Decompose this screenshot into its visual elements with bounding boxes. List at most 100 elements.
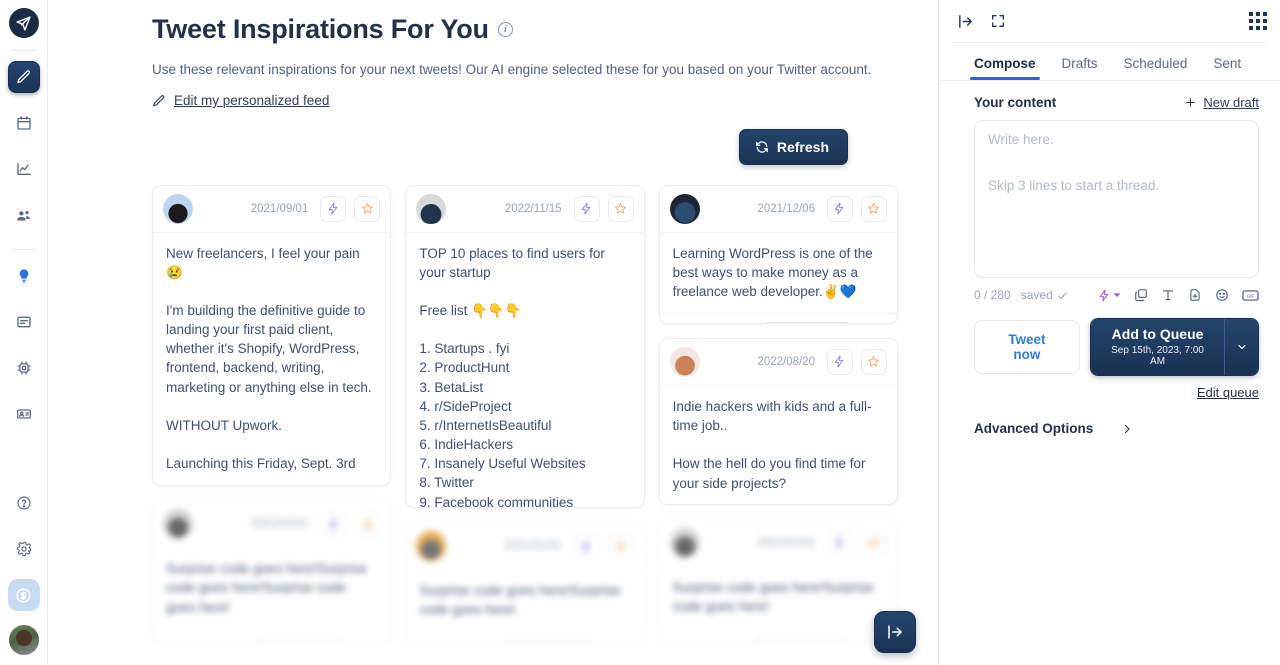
tab-compose[interactable]: Compose <box>970 56 1040 80</box>
panel-tabs: Compose Drafts Scheduled Sent <box>952 43 1267 80</box>
edit-personalized-feed-link[interactable]: Edit my personalized feed <box>152 93 329 108</box>
sidebar-item-help[interactable] <box>8 487 40 519</box>
edit-and-tweet-button[interactable]: Edit & tweet <box>501 640 598 644</box>
favorite-star-icon[interactable] <box>860 195 887 222</box>
pencil-icon <box>153 94 165 106</box>
fullscreen-icon[interactable] <box>990 13 1006 29</box>
new-draft-button[interactable]: New draft <box>1184 95 1259 110</box>
refresh-row: Refresh <box>152 128 898 165</box>
sidebar-item-contacts[interactable] <box>8 398 40 430</box>
tweet-card-placeholder[interactable]: 2021/01/01 Surprise code goes here!Surpr… <box>405 522 645 645</box>
tweet-card[interactable]: 2021/09/01 New freelancers, I feel your … <box>152 184 392 487</box>
favorite-star-icon[interactable] <box>607 533 634 560</box>
advanced-options-row[interactable]: Advanced Options <box>952 400 1267 436</box>
compose-textarea[interactable]: Write here. Skip 3 lines to start a thre… <box>974 120 1259 278</box>
tweet-text: TOP 10 places to find users for your sta… <box>419 245 605 509</box>
collapse-panel-icon[interactable] <box>957 13 974 30</box>
sidebar-item-compose[interactable] <box>7 61 40 93</box>
add-to-queue-label: Add to Queue <box>1111 326 1204 342</box>
panel-toolbar <box>952 0 1267 43</box>
favorite-star-icon[interactable] <box>860 529 887 556</box>
author-avatar <box>669 346 700 377</box>
main-header: Tweet Inspirations For You i Use these r… <box>48 0 938 165</box>
panel-collapse-icon <box>888 625 902 639</box>
sidebar-item-articles[interactable] <box>8 306 40 338</box>
tweet-card-placeholder[interactable]: 2021/01/01 Surprise code goes here!Surpr… <box>658 518 898 645</box>
tweet-now-button[interactable]: Tweet now <box>974 320 1080 374</box>
chevron-right-icon <box>1125 424 1130 433</box>
author-avatar <box>416 531 447 562</box>
compose-panel: Compose Drafts Scheduled Sent Your conte… <box>938 0 1280 665</box>
sidebar-item-analytics[interactable] <box>8 153 40 185</box>
edit-queue-row: Edit queue <box>952 376 1267 400</box>
tweet-date: 2021/01/01 <box>250 518 309 531</box>
sidebar-item-calendar[interactable] <box>8 107 40 139</box>
queue-time-label: Sep 15th, 2023, 7:00 AM <box>1111 345 1204 367</box>
ai-bolt-icon[interactable] <box>826 529 853 556</box>
refresh-button[interactable]: Refresh <box>738 128 848 165</box>
apps-grid-icon[interactable] <box>1249 12 1267 30</box>
edit-queue-link[interactable]: Edit queue <box>1197 385 1259 400</box>
author-avatar <box>669 193 700 224</box>
tweet-card[interactable]: 2022/11/15 TOP 10 places to find users f… <box>405 184 645 509</box>
avatar[interactable] <box>8 625 39 655</box>
article-card-icon <box>16 316 31 328</box>
tweet-date: 2021/01/01 <box>757 536 815 549</box>
plus-icon <box>1186 98 1196 107</box>
favorite-star-icon[interactable] <box>354 195 381 222</box>
emoji-icon[interactable] <box>1215 288 1229 302</box>
favorite-star-icon[interactable] <box>354 511 381 538</box>
saved-label: saved <box>1020 288 1053 302</box>
gif-icon[interactable]: GIF <box>1242 289 1259 302</box>
card-footer: 1k 97 Edit & tweet ⋯ <box>659 312 897 323</box>
edit-and-tweet-button[interactable]: Edit & tweet <box>760 321 853 323</box>
ai-bolt-icon[interactable] <box>1098 289 1121 302</box>
new-draft-label: New draft <box>1203 95 1259 110</box>
refresh-label: Refresh <box>776 138 829 155</box>
favorite-star-icon[interactable] <box>607 195 634 222</box>
author-avatar <box>416 193 447 224</box>
ai-bolt-icon[interactable] <box>826 348 853 375</box>
author-avatar <box>669 527 700 558</box>
duplicate-icon[interactable] <box>1134 288 1148 302</box>
sidebar-item-settings[interactable] <box>8 533 40 565</box>
add-file-icon[interactable] <box>1188 288 1202 302</box>
edit-and-tweet-button[interactable]: Edit & tweet <box>754 637 851 644</box>
tweet-card-placeholder[interactable]: 2021/01/01 Surprise code goes here!Surpr… <box>152 500 392 645</box>
tab-scheduled[interactable]: Scheduled <box>1124 56 1188 80</box>
favorite-star-icon[interactable] <box>860 348 887 375</box>
pencil-compose-icon <box>16 70 30 83</box>
tab-drafts[interactable]: Drafts <box>1062 56 1098 80</box>
card-footer: 126 7 Edit & tweet ⋯ <box>153 628 391 644</box>
card-footer: 44 3 Edit & tweet ⋯ <box>659 628 897 644</box>
ai-bolt-icon[interactable] <box>320 195 347 222</box>
page-title-text: Tweet Inspirations For You <box>152 14 489 44</box>
ai-bolt-icon[interactable] <box>320 511 347 538</box>
ai-bolt-icon[interactable] <box>573 533 600 560</box>
tab-sent[interactable]: Sent <box>1213 56 1241 80</box>
sidebar-item-billing[interactable] <box>7 579 40 611</box>
add-to-queue-button[interactable]: Add to Queue Sep 15th, 2023, 7:00 AM <box>1090 319 1226 375</box>
toggle-panel-button[interactable] <box>874 611 916 653</box>
tweet-card[interactable]: 2021/12/06 Learning WordPress is one of … <box>658 184 898 324</box>
bird-logo-icon[interactable] <box>8 8 39 38</box>
tweet-date: 2022/08/20 <box>757 355 815 368</box>
card-footer: 98 4 Edit & tweet ⋯ <box>406 631 644 644</box>
sidebar-item-audience[interactable] <box>8 199 40 231</box>
author-avatar <box>163 193 193 224</box>
text-format-icon[interactable] <box>1161 288 1175 302</box>
sidebar-item-inspirations[interactable] <box>8 260 40 292</box>
ai-bolt-icon[interactable] <box>826 195 853 222</box>
edit-and-tweet-button[interactable]: Edit & tweet <box>254 637 346 644</box>
audience-people-icon <box>17 210 30 220</box>
refresh-icon <box>755 140 768 153</box>
tweet-text: New freelancers, I feel your pain 😢 I'm … <box>166 245 372 472</box>
tweet-text: Surprise code goes here!Surprise code go… <box>672 579 878 615</box>
info-icon[interactable]: i <box>497 22 513 37</box>
tweet-card[interactable]: 2022/08/20 Indie hackers with kids and a… <box>658 337 898 505</box>
sidebar-item-ai-tools[interactable] <box>8 352 40 384</box>
queue-dropdown-button[interactable] <box>1225 319 1258 375</box>
compose-actions: Tweet now Add to Queue Sep 15th, 2023, 7… <box>952 302 1267 376</box>
ai-bolt-icon[interactable] <box>573 195 600 222</box>
check-icon <box>1058 291 1067 299</box>
